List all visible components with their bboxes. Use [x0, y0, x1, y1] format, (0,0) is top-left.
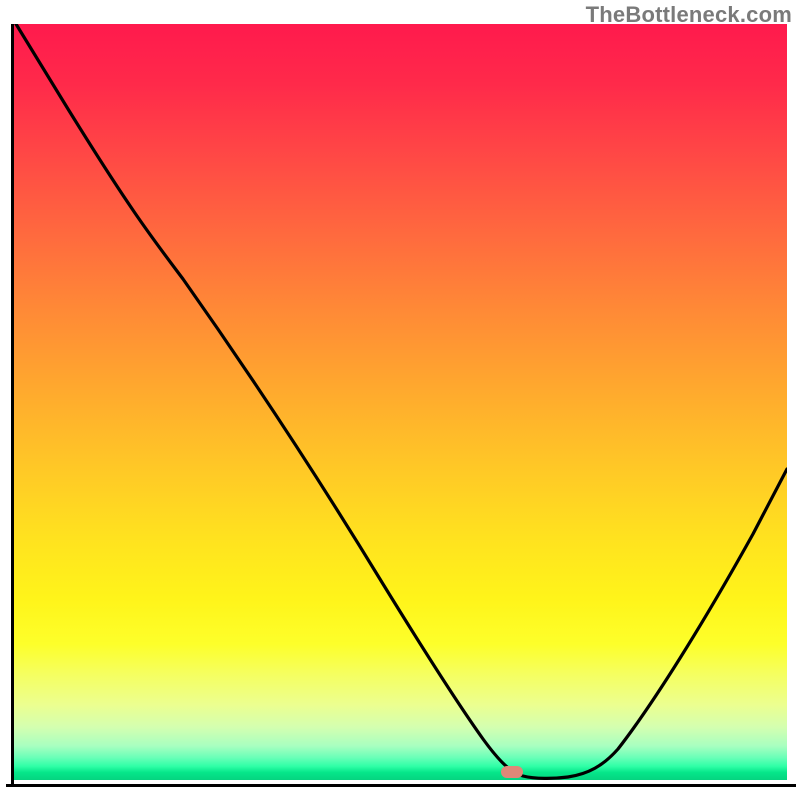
chart-container: TheBottleneck.com [0, 0, 800, 800]
curve-path [16, 24, 787, 778]
optimal-point-marker [501, 766, 523, 778]
watermark-text: TheBottleneck.com [586, 2, 792, 28]
plot-frame [6, 24, 794, 794]
bottleneck-curve [13, 24, 787, 780]
x-axis [6, 784, 796, 787]
plot-area [13, 24, 787, 780]
y-axis [11, 24, 14, 787]
